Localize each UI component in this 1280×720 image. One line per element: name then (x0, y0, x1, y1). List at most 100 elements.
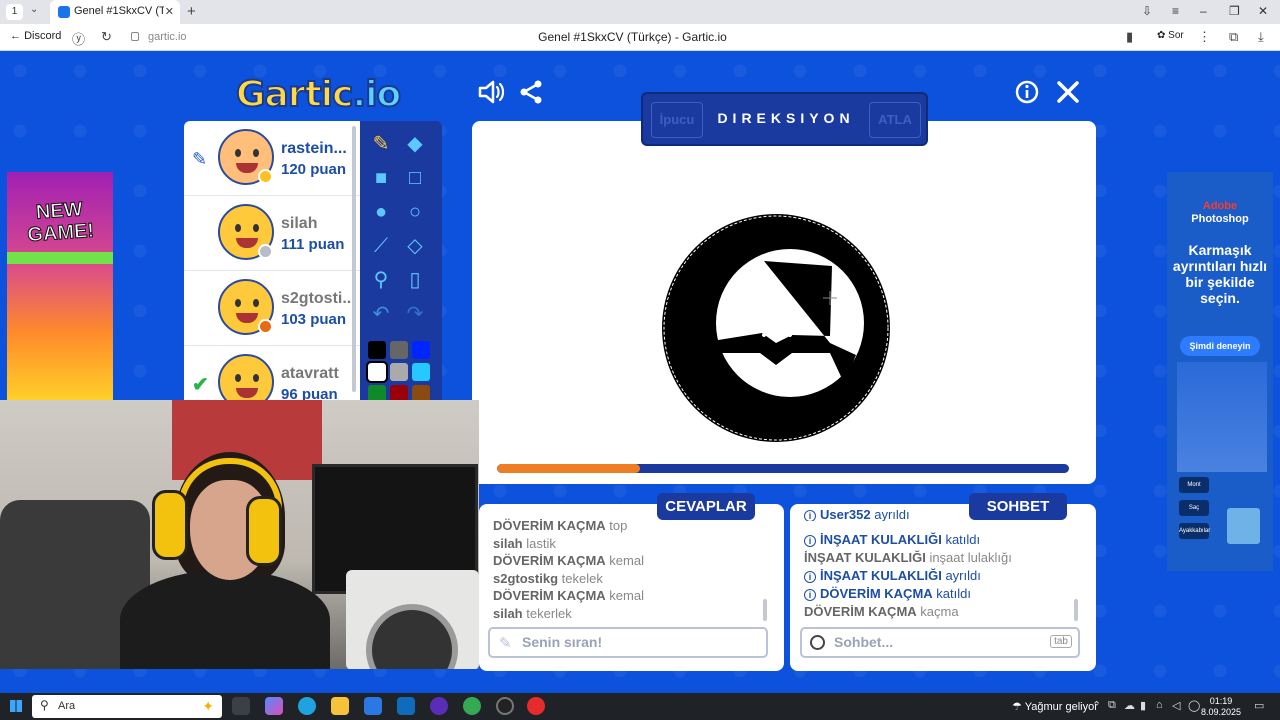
eraser-icon[interactable]: ◆ (400, 129, 430, 159)
message-user: İNŞAAT KULAKLIĞI (820, 568, 942, 583)
filled-circle-icon[interactable]: ● (366, 197, 396, 227)
notifications-icon[interactable]: ▭ (1254, 699, 1264, 712)
player-row: ✎ rastein... 120 puan (184, 121, 360, 196)
maximize-icon[interactable]: ❐ (1229, 4, 1240, 18)
mic-icon[interactable]: ▮ (1140, 699, 1146, 712)
color-swatch[interactable] (412, 363, 430, 381)
collections-icon[interactable]: ⧉ (1229, 29, 1238, 45)
ad-chip[interactable]: Saç (1179, 500, 1209, 516)
share-icon[interactable] (519, 80, 543, 111)
color-swatch[interactable] (390, 363, 408, 381)
color-swatch[interactable] (390, 341, 408, 359)
skip-button[interactable]: ATLA (869, 102, 921, 138)
ad-chip[interactable]: Mont (1179, 477, 1209, 493)
store-icon[interactable] (364, 697, 382, 715)
filled-square-icon[interactable]: ■ (366, 163, 396, 193)
round-timer-fill (497, 464, 640, 473)
player-points: 111 puan (281, 236, 345, 253)
window-close-icon[interactable]: ✕ (1258, 4, 1268, 18)
system-message: i DÖVERİM KAÇMA katıldı (804, 586, 971, 601)
network-icon[interactable]: ⌂ (1156, 699, 1163, 711)
weather-widget[interactable]: ☂ Yağmur geliyor (1012, 700, 1098, 713)
recording-icon[interactable] (496, 697, 514, 715)
clock[interactable]: 01:19 8.09.2025 (1201, 696, 1241, 718)
weather-text: Yağmur geliyor (1024, 701, 1098, 713)
download-icon[interactable]: ⤓ (1258, 29, 1264, 45)
avatar[interactable] (218, 354, 274, 400)
ad-cta-button[interactable]: Şimdi deneyin (1180, 336, 1260, 356)
answers-scrollbar[interactable] (763, 599, 767, 621)
edge-icon[interactable] (298, 697, 316, 715)
color-swatch[interactable] (368, 341, 386, 359)
redo-icon[interactable]: ↷ (400, 299, 430, 329)
copilot-icon[interactable] (265, 697, 283, 715)
tray-chevron-icon[interactable]: ⌃ (1092, 699, 1101, 712)
ad-product: Photoshop (1191, 213, 1249, 225)
ask-button[interactable]: ✿ Sor (1157, 30, 1184, 41)
answer-input[interactable] (522, 634, 722, 650)
pencil-icon[interactable]: ✎ (366, 129, 396, 159)
chat-scrollbar[interactable] (1074, 599, 1078, 621)
outline-circle-icon[interactable]: ○ (400, 197, 430, 227)
cam-washer (346, 570, 479, 669)
sound-icon[interactable] (477, 79, 505, 112)
obs-icon[interactable] (430, 697, 448, 715)
answers-tab[interactable]: CEVAPLAR (657, 493, 755, 520)
left-ad-banner[interactable]: NEW GAME! (7, 172, 113, 400)
clear-page-icon[interactable]: ▯ (400, 265, 430, 295)
ad-chip[interactable]: Ayakkabılar (1179, 523, 1210, 539)
outlook-icon[interactable] (397, 697, 415, 715)
chrome-icon[interactable] (463, 697, 481, 715)
player-name: silah (281, 215, 318, 232)
task-view-icon[interactable] (232, 697, 250, 715)
player-points: 120 puan (281, 161, 347, 178)
bookmark-icon[interactable]: ▮ (1126, 29, 1133, 45)
info-icon[interactable] (1015, 80, 1039, 111)
yandex-browser-icon[interactable] (527, 697, 545, 715)
volume-icon[interactable]: ◁ (1172, 699, 1180, 712)
taskbar-search[interactable]: ⚲ Ara ✦ (32, 695, 222, 718)
player-name: s2gtosti... (281, 290, 356, 307)
fill-bucket-icon[interactable]: ◇ (400, 231, 430, 261)
outline-square-icon[interactable]: □ (400, 163, 430, 193)
word-bar: İpucu DIREKSIYON ATLA (641, 92, 928, 146)
downloads-icon[interactable]: ⇩ (1142, 4, 1152, 18)
ad-headline: NEW GAME! (26, 198, 95, 247)
new-tab-icon[interactable]: + (187, 3, 196, 20)
tray-app-icon[interactable]: ⧉ (1108, 699, 1116, 712)
browser-tab-bar: 1 ⌄ Genel #1SkxCV (Türkçe) ✕ + ⇩ ≡ – ❐ ✕ (0, 0, 1280, 24)
battery-icon[interactable]: ◯ (1188, 699, 1200, 712)
chat-tab[interactable]: SOHBET (969, 493, 1067, 520)
color-swatch[interactable] (366, 361, 388, 383)
message-text: kaçma (920, 604, 959, 619)
tab-counter[interactable]: 1 (6, 4, 23, 20)
drawing-canvas[interactable] (472, 121, 1096, 484)
ad-thumbnail[interactable] (1227, 508, 1260, 544)
message-user: DÖVERİM KAÇMA (493, 588, 606, 603)
right-ad-banner[interactable]: Adobe Photoshop Karmaşık ayrıntıları hızl… (1167, 172, 1273, 571)
eyedropper-icon[interactable]: ⚲ (366, 265, 396, 295)
windows-start-icon[interactable] (10, 700, 22, 712)
hint-button[interactable]: İpucu (651, 102, 703, 138)
browser-tab[interactable]: Genel #1SkxCV (Türkçe) ✕ (50, 0, 180, 24)
close-tab-icon[interactable]: ✕ (165, 5, 174, 18)
line-icon[interactable]: ⟋ (366, 231, 396, 261)
color-swatch[interactable] (412, 341, 430, 359)
players-scrollbar[interactable] (352, 126, 356, 392)
status-dot (258, 169, 273, 184)
more-options-icon[interactable]: ⋮ (1198, 29, 1211, 45)
file-explorer-icon[interactable] (331, 697, 349, 715)
taskbar: ⚲ Ara ✦ ☂ Yağmur geliyor ⌃ ⧉ ☁ ▮ ⌂ ◁ ◯ 0… (0, 693, 1280, 720)
tab-key-hint: tab (1050, 635, 1072, 648)
cam-headphone-left (152, 490, 188, 560)
minimize-icon[interactable]: – (1200, 4, 1207, 18)
message-text: kemal (609, 588, 644, 603)
chat-input[interactable] (834, 634, 1034, 650)
tab-list-chevron-icon[interactable]: ⌄ (30, 4, 38, 15)
info-icon: i (804, 510, 816, 521)
answer-message: DÖVERİM KAÇMA kemal (493, 588, 644, 603)
exit-icon[interactable] (1056, 80, 1080, 111)
undo-icon[interactable]: ↶ (366, 299, 396, 329)
cloud-icon[interactable]: ☁ (1124, 699, 1135, 712)
menu-icon[interactable]: ≡ (1172, 4, 1179, 18)
